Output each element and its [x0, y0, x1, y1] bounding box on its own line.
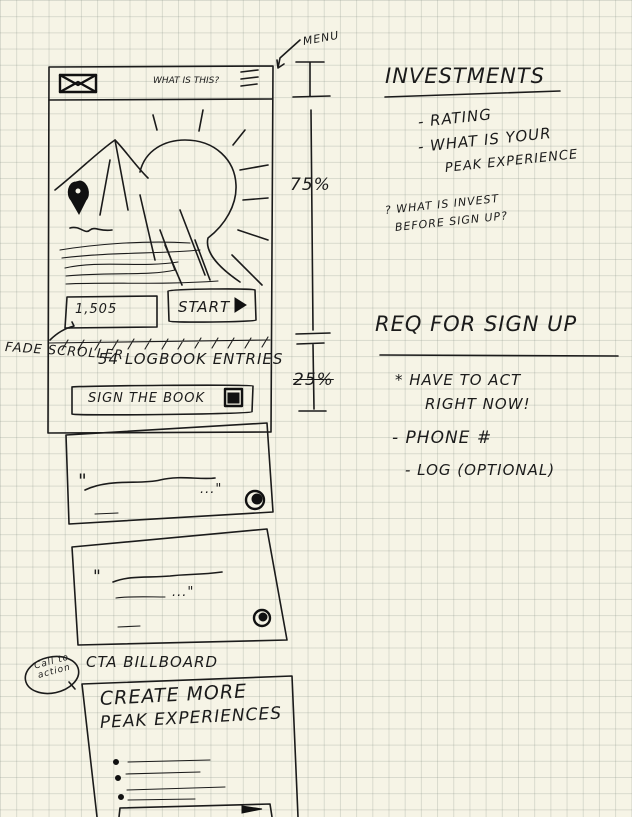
quote-open: "	[93, 567, 102, 587]
mail-icon[interactable]	[58, 73, 98, 94]
avatar-icon	[244, 489, 266, 511]
req-item: * HAVE TO ACT	[395, 371, 522, 389]
fade-pointer-arrow	[49, 321, 75, 341]
quote-close: ..."	[200, 482, 223, 497]
dimension-marker-top	[292, 61, 331, 335]
start-button-label[interactable]: START	[178, 300, 230, 315]
cta-list-items	[113, 759, 226, 801]
req-item: - LOG (OPTIONAL)	[405, 461, 556, 479]
sketch-drawing	[24, 39, 619, 817]
map-pin-icon	[67, 180, 89, 216]
phone-frame	[47, 65, 274, 434]
menu-pointer-arrow	[276, 39, 301, 69]
header-divider	[48, 98, 273, 101]
stat-value: 1,505	[75, 302, 118, 317]
investments-title: INVESTMENTS	[385, 64, 545, 88]
quote-close: ..."	[172, 585, 195, 600]
logbook-card-1	[65, 422, 274, 525]
sign-book-label[interactable]: SIGN THE BOOK	[88, 392, 205, 405]
req-item: RIGHT NOW!	[425, 395, 531, 413]
cta-billboard-label: CTA BILLBOARD	[86, 653, 219, 671]
req-item: - PHONE #	[392, 428, 493, 448]
book-icon	[223, 387, 244, 408]
dimension-top-percent: 75%	[290, 175, 331, 195]
avatar-icon	[252, 608, 272, 628]
quote-open: "	[78, 470, 88, 492]
investments-underline	[384, 90, 561, 98]
req-title: REQ FOR SIGN UP	[375, 312, 578, 336]
dimension-bottom-percent: 25%	[293, 370, 334, 390]
play-arrow-icon	[234, 297, 247, 313]
hamburger-menu-icon[interactable]	[240, 69, 259, 87]
logbook-entries-label: 54 LOGBOOK ENTRIES	[98, 350, 284, 368]
header-title: WHAT IS THIS?	[153, 76, 220, 86]
req-underline	[379, 354, 619, 357]
